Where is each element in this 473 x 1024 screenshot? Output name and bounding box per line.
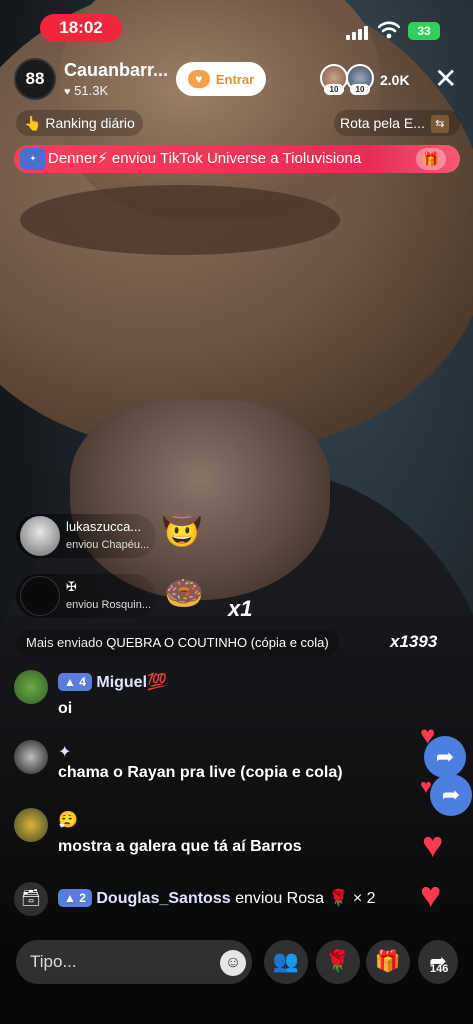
status-time: 18:02 [40, 14, 122, 42]
join-label: Entrar [215, 71, 255, 87]
hat-gift-icon: 🤠 [162, 511, 202, 547]
gift-username[interactable]: Douglas_Santoss [96, 890, 230, 907]
signal-icon [346, 24, 370, 40]
comment-input[interactable]: Tipo... [16, 940, 252, 984]
sender-avatar[interactable] [20, 516, 60, 556]
gift-sent-text: enviou Rosquin... [66, 599, 151, 611]
level-badge: ▲ 2 [58, 889, 92, 907]
chat-message[interactable]: ✦ chama o Rayan pra live (copia e cola) [14, 740, 414, 790]
gift-announcement-banner[interactable]: ✦ Denner⚡ enviou TikTok Universe a Tiolu… [14, 145, 460, 173]
rose-gift-icon[interactable]: 🌹 [316, 940, 360, 984]
gift-sent-text: enviou Rosa 🌹 × 2 [235, 890, 376, 907]
gift-sent-text: enviou Chapéu... [66, 539, 150, 551]
battery-indicator: 33 [408, 22, 440, 40]
gift-combo[interactable]: ✠ enviou Rosquin... [16, 574, 156, 618]
host-avatar[interactable]: 88 [14, 58, 56, 100]
guests-icon[interactable]: 👥 [264, 940, 308, 984]
gift-combo[interactable]: lukaszucca... enviou Chapéu... [16, 514, 156, 558]
most-sent-pill[interactable]: Mais enviado QUEBRA O COUTINHO (cópia e … [16, 630, 339, 656]
join-button[interactable]: ♥ Entrar [176, 62, 266, 96]
donut-gift-icon: 🍩 [164, 575, 204, 611]
share-count: 146 [430, 963, 449, 975]
gift-box-icon: 🗃 [14, 882, 48, 916]
video-hat-band [20, 185, 340, 255]
level-badge: ▲ 4 [58, 673, 92, 691]
chat-avatar[interactable] [14, 670, 48, 704]
video-face [70, 400, 330, 600]
team-join-icon: ♥ [187, 70, 210, 88]
signpost-icon: ⇆ [430, 115, 449, 134]
most-sent-count: x1393 [390, 632, 438, 651]
share-bubble-icon: ➦ [424, 736, 466, 778]
heart-icon: ♥ [64, 86, 71, 98]
sender-name: lukaszucca... [66, 519, 142, 534]
viewer-rank-badge: 10 [324, 84, 344, 95]
host-avatar-number: 88 [25, 69, 45, 88]
daily-ranking-label: Ranking diário [45, 115, 135, 131]
hand-icon: 👆 [24, 115, 42, 131]
chat-username[interactable]: Miguel💯 [96, 674, 167, 691]
chat-message[interactable]: 😮‍💨 mostra a galera que tá aí Barros [14, 808, 414, 862]
chat-avatar[interactable] [14, 808, 48, 842]
most-sent-title: QUEBRA O COUTINHO (cópia e cola) [106, 635, 329, 650]
floating-heart-icon: ♥ [420, 874, 442, 915]
gift-line-text: ▲ 2 Douglas_Santoss enviou Rosa 🌹 × 2 [58, 888, 376, 908]
chat-message[interactable]: ▲ 4 Miguel💯 oi [14, 670, 414, 724]
emoji-icon[interactable]: ☺ [220, 950, 246, 976]
gift-icon[interactable]: 🎁 [366, 940, 410, 984]
chat-text: mostra a galera que tá aí Barros [58, 838, 302, 855]
viewer-rank-badge: 10 [350, 84, 370, 95]
route-pill[interactable]: Rota pela E... ⇆ [334, 110, 460, 136]
gift-message[interactable]: 🗃 ▲ 2 Douglas_Santoss enviou Rosa 🌹 × 2 [14, 882, 434, 916]
share-bubble-icon: ➦ [430, 774, 472, 816]
close-icon[interactable]: ✕ [434, 64, 457, 94]
sender-avatar[interactable] [20, 576, 60, 616]
universe-gift-icon: ✦ [20, 148, 46, 170]
chat-header: ✦ [58, 742, 71, 762]
gift-announcement-text: Denner⚡ enviou TikTok Universe a Tioluvi… [48, 150, 362, 167]
most-sent-prefix: Mais enviado [26, 635, 103, 650]
chat-username[interactable]: ✦ [58, 744, 71, 761]
share-icon[interactable]: ➦ [418, 940, 458, 984]
chat-text: chama o Rayan pra live (copia e cola) [58, 764, 343, 781]
chat-text: oi [58, 700, 73, 717]
route-label: Rota pela E... [340, 115, 425, 131]
chat-header: 😮‍💨 [58, 810, 78, 830]
host-name: Cauanbarr... [64, 60, 169, 80]
host-likes: ♥ 51.3K [64, 83, 108, 98]
level-number: 4 [79, 675, 86, 689]
chat-header: ▲ 4 Miguel💯 [58, 672, 167, 692]
wifi-icon [378, 21, 400, 39]
status-bar: 18:02 33 [0, 0, 473, 56]
gift-icon: 🎁 [416, 148, 446, 170]
level-number: 2 [79, 891, 86, 905]
viewer-count[interactable]: 2.0K [380, 72, 410, 88]
chat-username[interactable]: 😮‍💨 [58, 812, 78, 829]
top-viewers[interactable]: 10 10 [320, 64, 380, 96]
combo-multiplier: x1 [228, 596, 253, 621]
floating-heart-icon: ♥ [422, 824, 444, 865]
daily-ranking-pill[interactable]: 👆 Ranking diário [16, 110, 143, 136]
host-likes-count: 51.3K [74, 83, 109, 98]
chat-avatar[interactable] [14, 740, 48, 774]
sender-name: ✠ [66, 579, 77, 594]
